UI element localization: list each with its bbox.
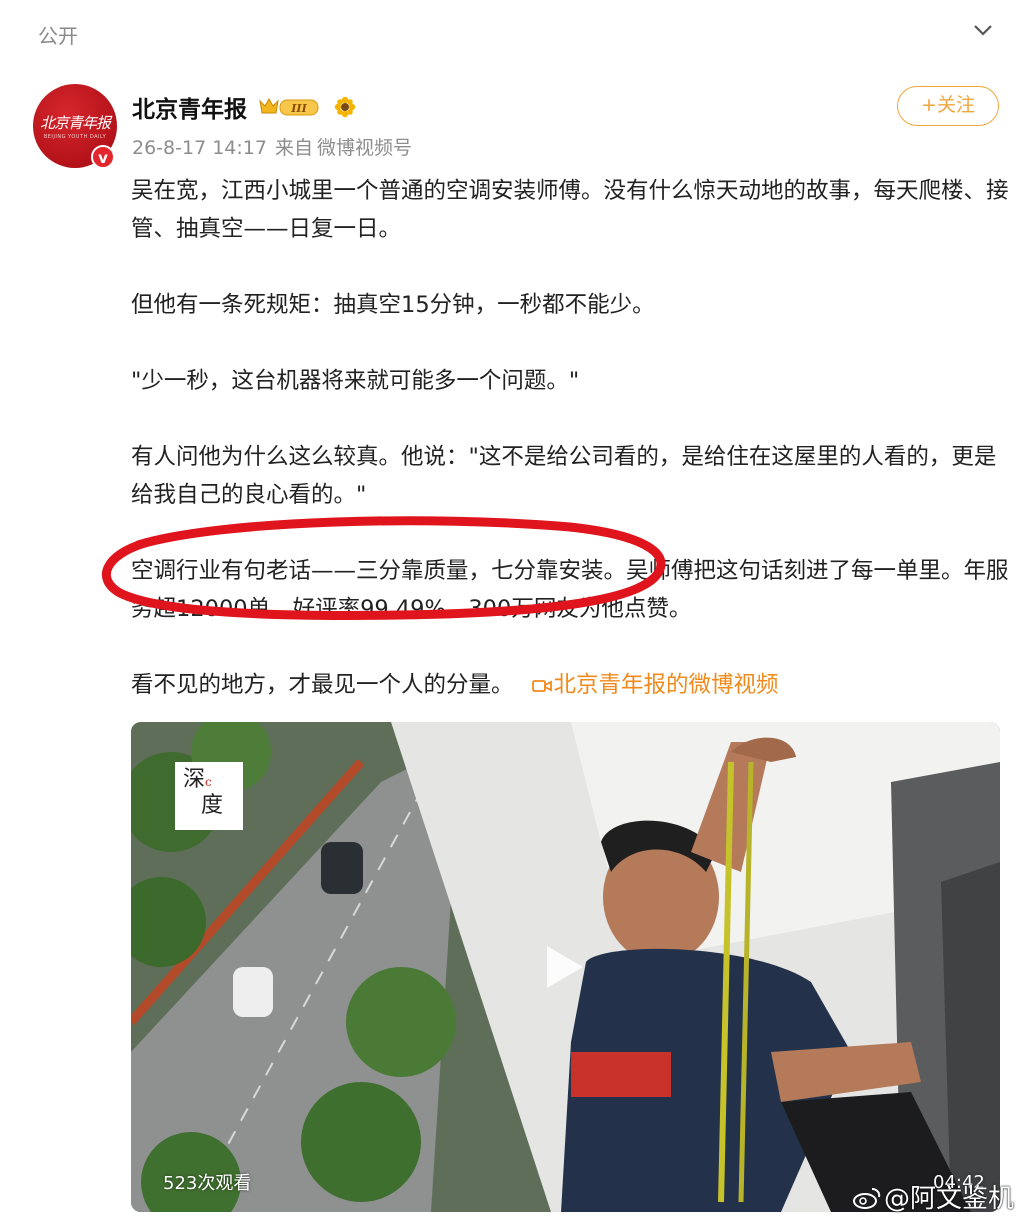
chevron-down-icon[interactable] bbox=[972, 22, 994, 38]
paragraph: 有人问他为什么这么较真。他说："这不是给公司看的，是给住在这屋里的人看的，更是给… bbox=[131, 444, 997, 508]
source-prefix: 来自 bbox=[274, 137, 313, 159]
paragraph: "少一秒，这台机器将来就可能多一个问题。" bbox=[131, 368, 580, 394]
watermark-text: @阿文鉴机 bbox=[884, 1184, 1015, 1214]
video-link[interactable]: 北京青年报的微博视频 bbox=[531, 672, 779, 698]
level-badge-text: III bbox=[290, 102, 307, 115]
paragraph: 但他有一条死规矩：抽真空15分钟，一秒都不能少。 bbox=[131, 292, 655, 318]
logo-char-top: 深 bbox=[183, 767, 206, 792]
logo-char-mid: c bbox=[205, 775, 212, 789]
crown-level-badge-icon: III bbox=[259, 97, 319, 116]
video-camera-icon bbox=[531, 680, 552, 692]
v-verified-icon: v bbox=[91, 145, 115, 169]
paragraph: 吴在宽，江西小城里一个普通的空调安装师傅。没有什么惊天动地的故事，每天爬楼、接管… bbox=[131, 178, 1009, 242]
post-timestamp[interactable]: 26-8-17 14:17 bbox=[132, 137, 267, 159]
view-count: 523次观看 bbox=[163, 1173, 252, 1194]
channel-logo: 深c 度 bbox=[175, 762, 243, 830]
video-link-label: 北京青年报的微博视频 bbox=[553, 672, 779, 698]
play-icon[interactable] bbox=[535, 940, 589, 994]
sunflower-badge-icon bbox=[334, 96, 356, 118]
follow-button[interactable]: +关注 bbox=[897, 86, 999, 126]
visibility-label[interactable]: 公开 bbox=[38, 20, 78, 49]
avatar-logo-text: 北京青年报 bbox=[39, 114, 111, 132]
avatar-logo-subtitle: BEIJING YOUTH DAILY bbox=[43, 134, 107, 140]
logo-char-bottom: 度 bbox=[201, 793, 224, 818]
post-meta: 26-8-17 14:17 来自 微博视频号 bbox=[132, 133, 420, 160]
top-bar: 公开 bbox=[0, 0, 1033, 64]
paragraph: 空调行业有句老话——三分靠质量，七分靠安装。吴师傅把这句话刻进了每一单里。年服务… bbox=[131, 558, 1009, 622]
weibo-logo-icon bbox=[853, 1188, 881, 1209]
post-source[interactable]: 微博视频号 bbox=[317, 137, 412, 159]
video-player[interactable]: 深c 度 523次观看 04:42 bbox=[131, 722, 1000, 1212]
author-name[interactable]: 北京青年报 bbox=[132, 90, 247, 124]
closing-sentence: 看不见的地方，才最见一个人的分量。 bbox=[131, 672, 514, 698]
post-body: 吴在宽，江西小城里一个普通的空调安装师傅。没有什么惊天动地的故事，每天爬楼、接管… bbox=[131, 172, 1011, 704]
watermark: @阿文鉴机 bbox=[852, 1178, 1014, 1215]
paragraph-last: 看不见的地方，才最见一个人的分量。 北京青年报的微博视频 bbox=[131, 666, 1011, 704]
